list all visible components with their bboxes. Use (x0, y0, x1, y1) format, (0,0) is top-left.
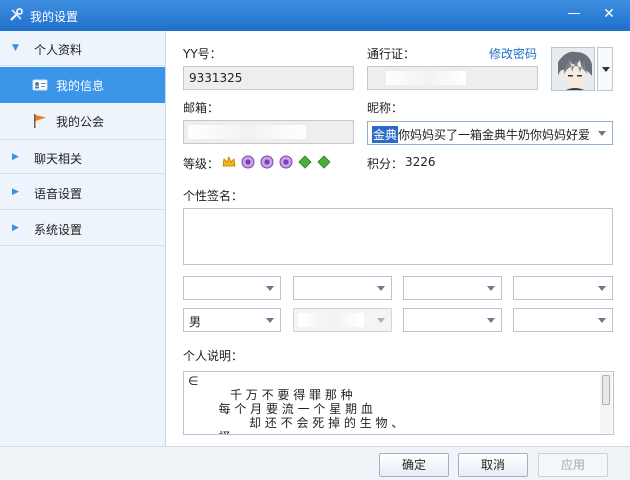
sidebar-section-voice[interactable]: ▶ 语音设置 (0, 175, 165, 210)
sidebar-section-personal[interactable]: ▼ 个人资料 (0, 31, 165, 66)
chevron-down-icon (598, 286, 606, 291)
avatar[interactable] (551, 47, 595, 91)
moon-badge-icon (260, 155, 274, 169)
province-select[interactable] (403, 308, 502, 332)
passport-label: 通行证： (367, 47, 416, 61)
vertical-scrollbar[interactable] (600, 373, 612, 433)
birth-month-select[interactable] (293, 276, 392, 300)
moon-badge-icon (241, 155, 255, 169)
chevron-down-icon (602, 67, 610, 72)
passport-field (367, 66, 538, 90)
sidebar-section-label: 系统设置 (34, 223, 83, 237)
chevron-down-icon (487, 318, 495, 323)
chevron-down-icon (598, 131, 606, 136)
apply-button: 应用 (538, 453, 608, 477)
redacted-text (386, 71, 466, 85)
chevron-down-icon (266, 318, 274, 323)
nickname-highlight: 金典 (372, 126, 399, 143)
points-label: 积分： (367, 157, 404, 171)
triangle-right-icon: ▶ (12, 223, 19, 233)
moon-badge-icon (279, 155, 293, 169)
leaf-badge-icon (298, 155, 312, 169)
sidebar-section-label: 聊天相关 (34, 152, 83, 166)
chevron-down-icon (377, 286, 385, 291)
points-value: 3226 (405, 155, 436, 169)
description-text: ∈ 千 万 不 要 得 罪 那 种 每 个 月 要 流 一 个 星 期 血 却 … (188, 374, 404, 434)
description-label: 个人说明： (183, 349, 244, 363)
sidebar-section-label: 语音设置 (34, 187, 83, 201)
city-select[interactable] (513, 308, 613, 332)
gender-value: 男 (189, 315, 202, 329)
sidebar-item-label: 我的信息 (56, 79, 105, 93)
nickname-label: 昵称： (367, 101, 404, 115)
scrollbar-thumb[interactable] (602, 375, 610, 405)
profile-panel: YY号： 9331325 通行证： 修改密码 邮箱： 昵称： 金典 你妈妈买了一… (167, 31, 630, 446)
flag-icon (34, 114, 46, 128)
minimize-button[interactable]: — (563, 4, 585, 24)
birth-year-select[interactable] (183, 276, 281, 300)
sidebar-section-system[interactable]: ▶ 系统设置 (0, 211, 165, 246)
chevron-down-icon (598, 318, 606, 323)
nickname-value: 你妈妈买了一箱金典牛奶你妈妈好爱 (398, 128, 591, 142)
ok-button[interactable]: 确定 (379, 453, 449, 477)
yy-label: YY号： (183, 47, 222, 61)
leaf-badge-icon (317, 155, 331, 169)
avatar-image (552, 48, 594, 90)
signature-label: 个性签名： (183, 189, 244, 203)
window-title: 我的设置 (30, 10, 79, 24)
redacted-text (298, 313, 364, 327)
sidebar-section-chat[interactable]: ▶ 聊天相关 (0, 139, 165, 174)
email-label: 邮箱： (183, 101, 220, 115)
chevron-down-icon (377, 318, 385, 323)
email-field (183, 120, 354, 144)
yy-number-field: 9331325 (183, 66, 354, 90)
sidebar-section-label: 个人资料 (34, 43, 83, 57)
close-button[interactable]: ✕ (598, 4, 620, 24)
triangle-right-icon: ▶ (12, 152, 19, 162)
sidebar-item-my-info[interactable]: 我的信息 (0, 67, 165, 103)
birth-day-select[interactable] (403, 276, 502, 300)
age-select (293, 308, 392, 332)
sidebar-item-label: 我的公会 (56, 115, 105, 129)
dialog-footer: 确定 取消 应用 (0, 446, 630, 480)
zodiac-select[interactable] (513, 276, 613, 300)
change-password-link[interactable]: 修改密码 (489, 45, 537, 62)
crown-icon (222, 155, 236, 167)
redacted-text (188, 125, 306, 139)
avatar-dropdown-button[interactable] (597, 47, 613, 91)
triangle-down-icon: ▼ (12, 43, 19, 53)
gender-select[interactable]: 男 (183, 308, 281, 332)
chevron-down-icon (266, 286, 274, 291)
tools-icon (10, 8, 23, 21)
nickname-select[interactable]: 金典 你妈妈买了一箱金典牛奶你妈妈好爱 (367, 121, 613, 145)
title-bar: 我的设置 — ✕ (0, 0, 630, 31)
id-card-icon (32, 79, 48, 91)
triangle-right-icon: ▶ (12, 187, 19, 197)
level-label: 等级： (183, 157, 220, 171)
signature-input[interactable] (183, 208, 613, 265)
sidebar-item-my-guild[interactable]: 我的公会 (0, 103, 165, 139)
cancel-button[interactable]: 取消 (458, 453, 528, 477)
chevron-down-icon (487, 286, 495, 291)
description-textarea[interactable]: ∈ 千 万 不 要 得 罪 那 种 每 个 月 要 流 一 个 星 期 血 却 … (183, 371, 614, 435)
sidebar: ▼ 个人资料 我的信息 我的公会 ▶ 聊天相关 ▶ 语音设置 ▶ 系统设置 (0, 31, 166, 446)
